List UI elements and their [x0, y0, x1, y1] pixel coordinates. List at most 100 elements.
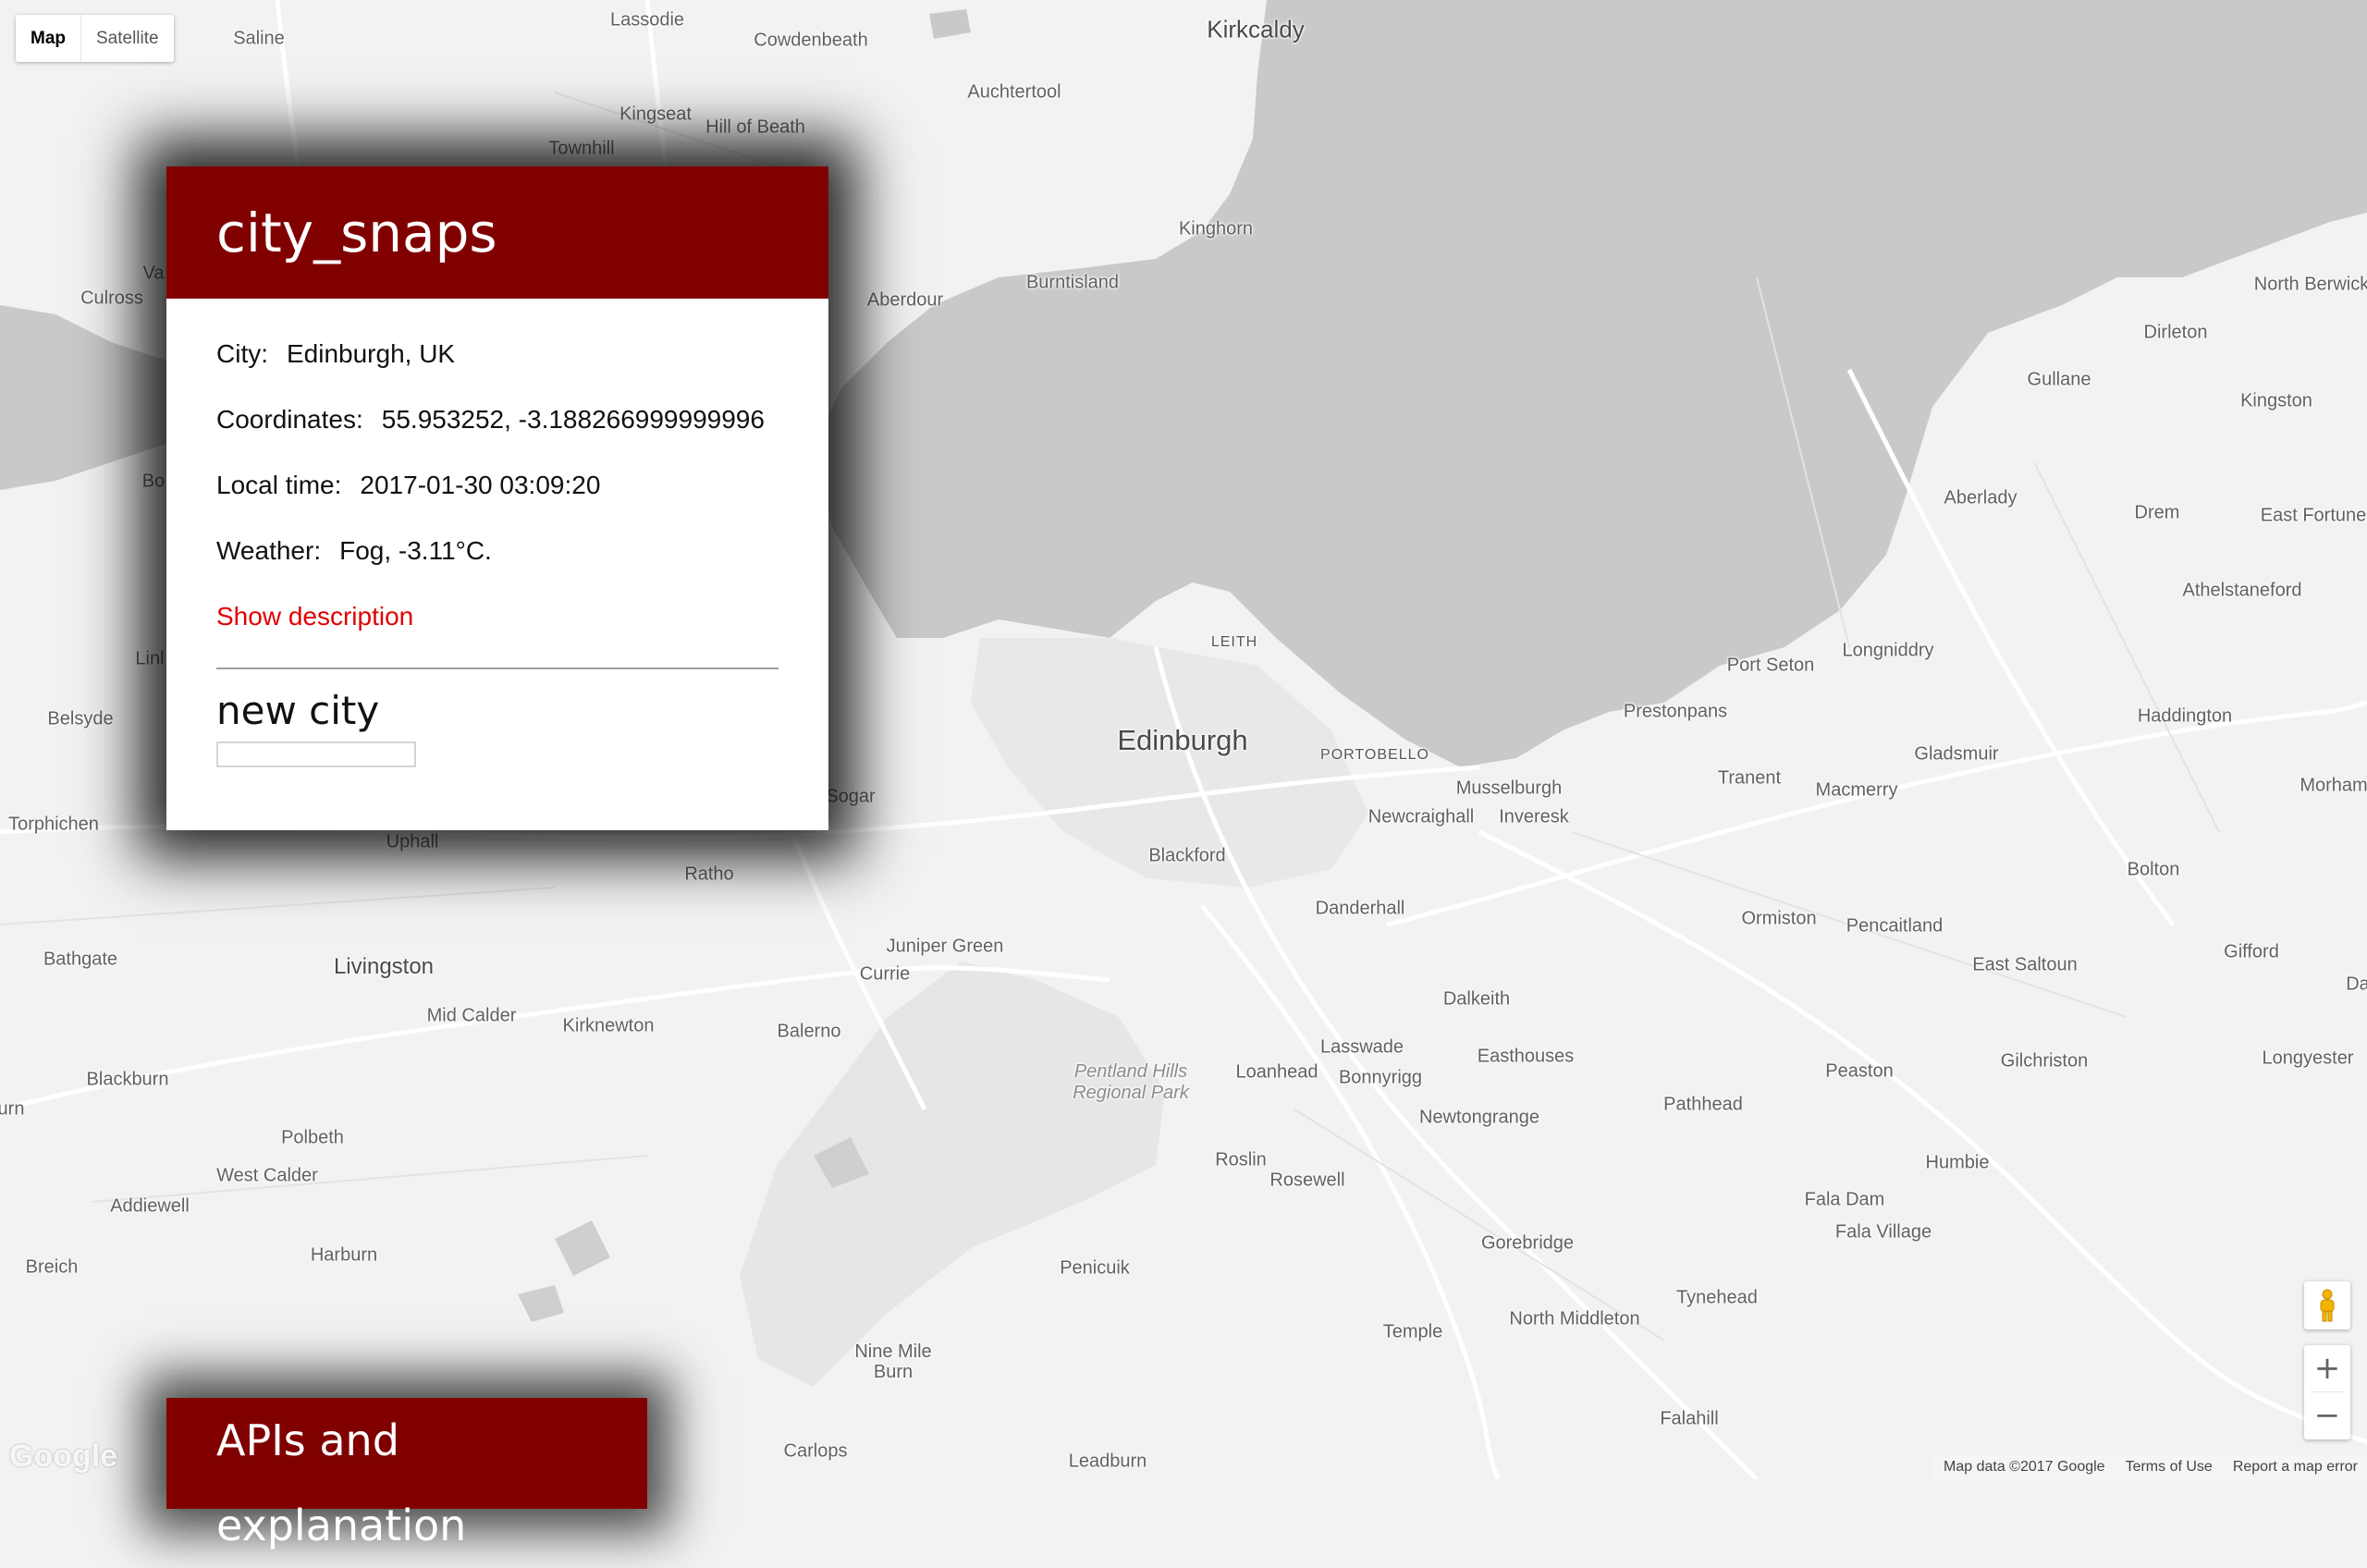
coordinates-value: 55.953252, -3.188266999999996 [381, 405, 765, 434]
place-label: Mid Calder [426, 1005, 517, 1026]
place-label: Roslin [1215, 1149, 1267, 1170]
place-label: Bo [141, 471, 166, 492]
place-label: Gilchriston [2000, 1050, 2089, 1072]
map-type-control: Map Satellite [16, 15, 174, 62]
place-label: Kirknewton [562, 1015, 655, 1036]
plus-icon: + [2313, 1350, 2341, 1387]
apis-panel[interactable]: APIs and explanation [166, 1398, 647, 1550]
place-label: Longyester [2262, 1047, 2354, 1069]
place-label: Currie [859, 963, 911, 985]
local-time-label: Local time: [216, 471, 342, 499]
place-label: Balerno [777, 1021, 841, 1042]
minus-icon: − [2313, 1397, 2341, 1434]
street-view-pegman[interactable] [2304, 1281, 2350, 1329]
place-label: Morham [2300, 775, 2367, 796]
place-label: Macmerry [1815, 779, 1898, 801]
place-label: Hill of Beath [705, 116, 805, 138]
zoom-control: + − [2304, 1345, 2350, 1439]
place-label: Gladsmuir [1914, 743, 1999, 765]
place-label: Cowdenbeath [754, 30, 868, 51]
place-label: Tynehead [1676, 1287, 1758, 1308]
map-type-satellite-button[interactable]: Satellite [80, 15, 174, 62]
app-title: city_snaps [216, 201, 497, 264]
new-city-label: new city [216, 688, 380, 733]
park-label-line1: Pentland Hills [1073, 1061, 1188, 1082]
place-label-part: North Middleton [1509, 1308, 1640, 1329]
map-attribution: Map data ©2017 Google Terms of Use Repor… [1934, 1455, 2367, 1479]
place-label: Lasswade [1319, 1036, 1404, 1058]
weather-value: Fog, -3.11°C. [339, 536, 492, 565]
city-label: City: [216, 339, 268, 368]
weather-row: Weather: Fog, -3.11°C. [216, 533, 779, 598]
place-label: Newcraighall [1367, 806, 1475, 827]
place-label: Kingston [2240, 390, 2312, 411]
place-label: Bathgate [43, 949, 118, 970]
place-label: Dalkeith [1442, 988, 1511, 1010]
place-label: Pencaitland [1846, 915, 1944, 937]
place-label: West Calder [216, 1165, 318, 1186]
terms-of-use-link[interactable]: Terms of Use [2126, 1459, 2213, 1476]
place-label: Ormiston [1741, 908, 1817, 929]
apis-panel-title: APIs and explanation [216, 1415, 467, 1550]
zoom-in-button[interactable]: + [2304, 1345, 2350, 1391]
place-label: Nine Mile Burn [854, 1341, 932, 1382]
place-label: Falahill [1660, 1408, 1719, 1429]
map-type-map-button[interactable]: Map [16, 15, 80, 62]
place-label: North Middleton [1509, 1309, 1639, 1330]
place-label: Leadburn [1068, 1451, 1147, 1472]
place-label: Drem [2134, 502, 2180, 523]
show-description-link[interactable]: Show description [216, 598, 413, 635]
place-label: Gullane [2027, 369, 2091, 390]
place-label: Penicuik [1060, 1257, 1130, 1279]
place-label: Belsyde [47, 708, 114, 729]
zoom-out-button[interactable]: − [2304, 1392, 2350, 1439]
new-city-input[interactable] [216, 741, 416, 767]
park-label-line2: Regional Park [1073, 1083, 1189, 1103]
panel-header: city_snaps [166, 166, 828, 299]
place-label: Pathhead [1663, 1094, 1743, 1115]
place-label: Ratho [684, 864, 734, 885]
weather-label: Weather: [216, 536, 322, 565]
coordinates-row: Coordinates: 55.953252, -3.18826699999999… [216, 401, 779, 467]
place-label: Tranent [1717, 767, 1782, 789]
place-label: Prestonpans [1623, 701, 1728, 722]
place-label: North Berwick [2253, 274, 2367, 295]
place-label: Blackburn [86, 1069, 169, 1090]
report-map-error-link[interactable]: Report a map error [2233, 1459, 2358, 1476]
place-label: Dirleton [2143, 322, 2208, 343]
place-label: Athelstaneford [2182, 580, 2302, 601]
local-time-row: Local time: 2017-01-30 03:09:20 [216, 467, 779, 533]
place-label: Livingston [333, 954, 435, 979]
place-label: Inveresk [1499, 806, 1569, 827]
park-label: Pentland Hills Regional Park [1073, 1061, 1189, 1104]
place-label: Haddington [2137, 705, 2233, 727]
place-label: East Fortune [2260, 505, 2367, 526]
place-label: Blackford [1148, 845, 1226, 866]
place-label: Port Seton [1726, 655, 1815, 676]
place-label: urn [0, 1098, 25, 1120]
place-label: Musselburgh [1455, 778, 1563, 799]
place-label: Linl [135, 648, 165, 669]
place-label: Aberlady [1944, 487, 2017, 508]
place-label: Humbie [1925, 1152, 1990, 1173]
google-logo[interactable]: Google [9, 1439, 117, 1475]
place-label: Kinghorn [1178, 218, 1254, 239]
place-label: Breich [25, 1256, 79, 1278]
place-label: Culross [80, 288, 143, 309]
place-label: Townhill [548, 138, 615, 159]
place-label: Loanhead [1235, 1061, 1318, 1083]
place-label: Kirkcaldy [1207, 15, 1305, 43]
place-label: Lassodie [609, 9, 685, 31]
place-label: Burntisland [1025, 272, 1120, 293]
place-label: Bonnyrigg [1338, 1067, 1423, 1088]
place-label: Longniddry [1842, 640, 1934, 661]
place-label: Saline [233, 28, 285, 49]
coordinates-label: Coordinates: [216, 405, 363, 434]
place-label: Peaston [1825, 1060, 1894, 1082]
city-panel: city_snaps City: Edinburgh, UK Coordinate… [166, 166, 828, 830]
place-label: Rosewell [1269, 1170, 1345, 1191]
place-label: Uphall [386, 831, 439, 852]
place-label: Polbeth [281, 1127, 344, 1148]
pegman-icon [2320, 1289, 2335, 1322]
divider [216, 668, 779, 669]
